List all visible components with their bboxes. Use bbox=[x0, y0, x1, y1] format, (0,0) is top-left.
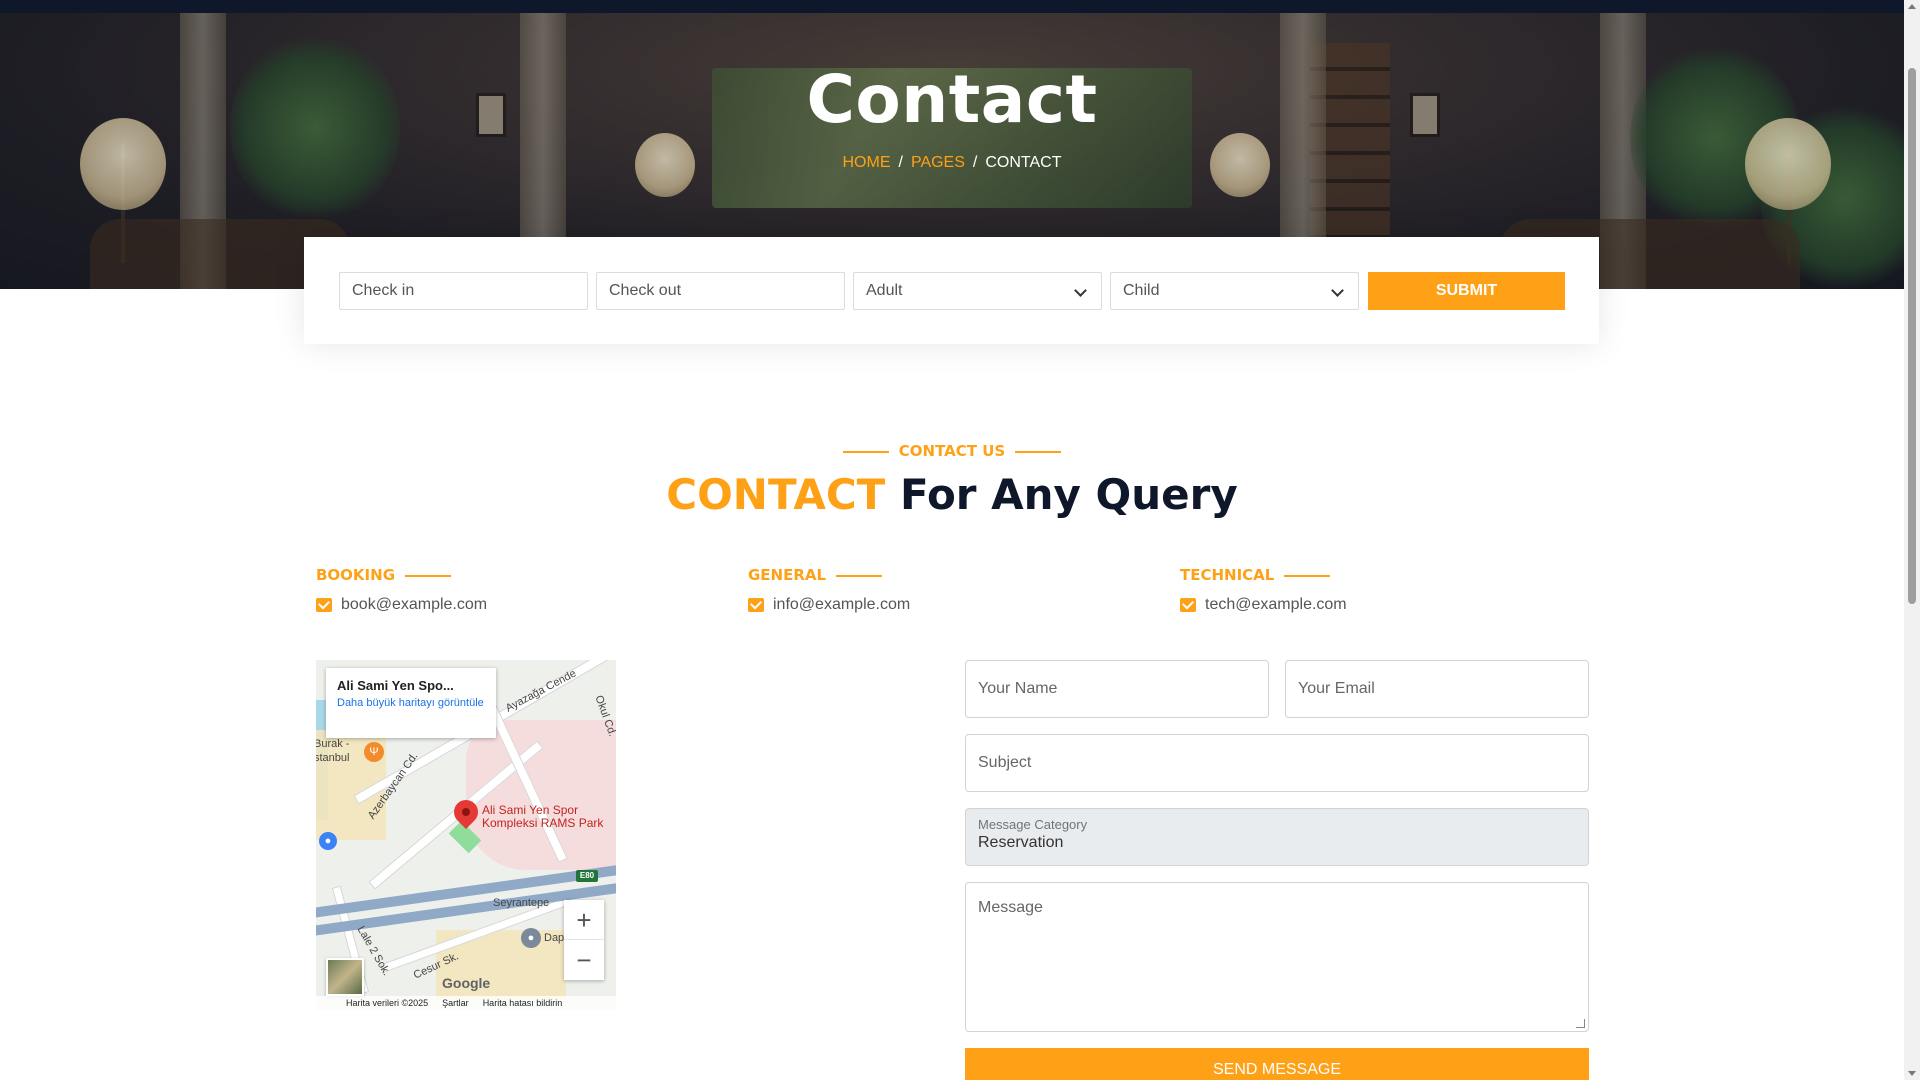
message-category-select[interactable]: Message Category Reservation bbox=[965, 808, 1589, 866]
message-textarea[interactable]: Message bbox=[965, 882, 1589, 1032]
message-category-caption: Message Category bbox=[978, 817, 1088, 832]
adult-select[interactable]: Adult bbox=[853, 272, 1102, 310]
booking-submit-button[interactable]: SUBMIT bbox=[1368, 272, 1565, 310]
section-title-accent: CONTACT bbox=[666, 470, 886, 519]
heading-line bbox=[405, 574, 452, 577]
contact-email-row: book@example.com bbox=[316, 596, 716, 614]
page-title: Contact bbox=[806, 61, 1098, 138]
subject-input[interactable]: Subject bbox=[965, 734, 1589, 792]
map-place-name: Ali Sami Yen Spo... bbox=[337, 678, 454, 693]
eyebrow-text: CONTACT US bbox=[898, 442, 1006, 460]
google-logo: Google bbox=[442, 975, 491, 991]
map-street-label: Dap bbox=[544, 932, 565, 944]
contact-email-row: info@example.com bbox=[748, 596, 1148, 614]
map-street-label: stanbul bbox=[316, 752, 350, 764]
breadcrumb-pages-link[interactable]: PAGES bbox=[911, 154, 965, 171]
contact-email[interactable]: tech@example.com bbox=[1205, 596, 1347, 614]
map-zone bbox=[466, 720, 616, 870]
envelope-icon bbox=[748, 598, 764, 612]
highway-shield: E80 bbox=[576, 870, 598, 882]
contact-heading: TECHNICAL bbox=[1180, 566, 1580, 584]
lock-icon[interactable]: ● bbox=[319, 832, 337, 850]
map-street-label: Burak - bbox=[316, 738, 350, 750]
contact-heading: GENERAL bbox=[748, 566, 1148, 584]
child-select[interactable]: Child bbox=[1110, 272, 1359, 310]
contact-heading: BOOKING bbox=[316, 566, 716, 584]
place-marker-icon[interactable]: ● bbox=[521, 928, 541, 948]
breadcrumb-separator: / bbox=[898, 154, 903, 171]
view-larger-map-link[interactable]: Daha büyük haritayı görüntüle bbox=[337, 697, 485, 710]
breadcrumb-separator: / bbox=[972, 154, 978, 171]
google-map[interactable]: E80 Ayazağa Cende Okul Cd. Azerbaycan Cd… bbox=[316, 660, 616, 1010]
section-title: CONTACT For Any Query bbox=[0, 470, 1904, 519]
breadcrumb: HOME / PAGES / CONTACT bbox=[0, 154, 1904, 172]
zoom-in-button[interactable]: + bbox=[564, 900, 604, 940]
send-message-button[interactable]: SEND MESSAGE bbox=[965, 1048, 1589, 1080]
map-footer: Harita verileri ©2025 Şartlar Harita hatas… bbox=[316, 996, 616, 1010]
contact-email[interactable]: book@example.com bbox=[341, 596, 487, 614]
contact-booking: BOOKING book@example.com bbox=[316, 566, 716, 614]
map-place-card: Ali Sami Yen Spo... Daha büyük haritayı … bbox=[326, 668, 496, 738]
map-report-link[interactable]: Harita hatası bildirin bbox=[483, 998, 563, 1008]
breadcrumb-current: CONTACT bbox=[985, 154, 1062, 171]
map-pin-label-line: Kompleksi RAMS Park bbox=[482, 816, 604, 830]
message-category-value: Reservation bbox=[978, 834, 1064, 851]
eyebrow-line-left bbox=[842, 450, 889, 453]
breadcrumb-home-link[interactable]: HOME bbox=[843, 154, 891, 171]
envelope-icon bbox=[316, 598, 332, 612]
check-out-input[interactable]: Check out bbox=[596, 272, 845, 310]
page-scrollbar[interactable] bbox=[1904, 0, 1920, 1080]
your-name-input[interactable]: Your Name bbox=[965, 660, 1269, 718]
street-view-thumbnail[interactable] bbox=[326, 958, 364, 996]
contact-heading-text: TECHNICAL bbox=[1180, 566, 1275, 584]
contact-heading-text: BOOKING bbox=[316, 566, 396, 584]
booking-bar: Check in Check out Adult Child SUBMIT bbox=[304, 237, 1599, 344]
contact-email[interactable]: info@example.com bbox=[773, 596, 910, 614]
contact-general: GENERAL info@example.com bbox=[748, 566, 1148, 614]
envelope-icon bbox=[1180, 598, 1196, 612]
heading-line bbox=[836, 574, 883, 577]
contact-heading-text: GENERAL bbox=[748, 566, 827, 584]
top-nav-strip bbox=[0, 0, 1904, 13]
map-pin-label: Ali Sami Yen Spor Kompleksi RAMS Park bbox=[482, 804, 603, 830]
contact-technical: TECHNICAL tech@example.com bbox=[1180, 566, 1580, 614]
check-in-input[interactable]: Check in bbox=[339, 272, 588, 310]
map-zoom-controls: + − bbox=[564, 900, 604, 980]
map-street-label: Ayazağa Cende bbox=[503, 667, 579, 715]
eyebrow-line-right bbox=[1015, 450, 1062, 453]
your-email-input[interactable]: Your Email bbox=[1285, 660, 1589, 718]
map-street-label: Seyrantepe bbox=[493, 897, 550, 909]
section-eyebrow: CONTACT US bbox=[0, 442, 1904, 460]
contact-email-row: tech@example.com bbox=[1180, 596, 1580, 614]
heading-line bbox=[1284, 574, 1331, 577]
scroll-up-icon[interactable] bbox=[1908, 4, 1916, 9]
map-terms-link[interactable]: Şartlar bbox=[442, 998, 469, 1008]
zoom-out-button[interactable]: − bbox=[564, 940, 604, 980]
map-data-credit: Harita verileri ©2025 bbox=[346, 998, 429, 1008]
scrollbar-thumb[interactable] bbox=[1908, 68, 1916, 604]
section-title-rest: For Any Query bbox=[899, 470, 1238, 519]
scroll-down-icon[interactable] bbox=[1908, 1071, 1916, 1076]
restaurant-icon[interactable]: Ψ bbox=[364, 742, 384, 762]
